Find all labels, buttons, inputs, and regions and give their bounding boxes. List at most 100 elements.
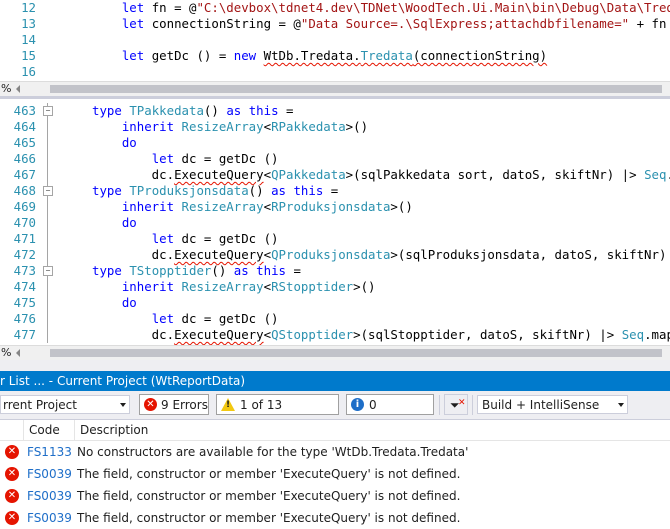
line-number: 477 [13,327,36,342]
scroll-left-icon[interactable] [16,85,20,93]
error-description: No constructors are available for the ty… [77,445,469,459]
code-line[interactable]: 14 [0,32,670,48]
code-token: QStopptider [271,327,354,342]
code-token: Seq [621,327,645,342]
error-row[interactable]: ✕ FS0039 The field, constructor or member … [0,463,670,485]
line-number: 474 [13,279,36,294]
code-token: dc. [92,327,175,342]
code-line[interactable]: 473− type TStopptider() as this = [0,263,670,279]
error-code-link[interactable]: FS0039 [27,463,72,485]
error-code-link[interactable]: FS0039 [27,485,72,507]
code-line[interactable]: 475 do [0,295,670,311]
code-token: as [271,183,286,198]
code-token: dc = getDc () [174,231,279,246]
scrollbar-thumb[interactable] [50,85,662,93]
line-number: 471 [13,231,36,246]
code-line[interactable]: 464 inherit ResizeArray<RPakkedata>() [0,119,670,135]
code-line[interactable]: 13 let connectionString = @"Data Source=… [0,16,670,32]
scrollbar-thumb[interactable] [50,349,662,357]
code-token: >() [353,279,376,294]
errors-filter-button[interactable]: ✕ 9 Errors [139,394,209,415]
code-line[interactable]: 477 dc.ExecuteQuery<QStopptider>(sqlStop… [0,327,670,343]
code-line[interactable]: 472 dc.ExecuteQuery<QProduksjonsdata>(sq… [0,247,670,263]
error-row[interactable]: ✕ FS1133 No constructors are available for… [0,441,670,463]
code-text: type TStopptider() as this = [92,263,301,279]
collapse-toggle-icon[interactable]: − [43,186,53,196]
code-editor-top[interactable]: 12 let fn = @"C:\devbox\tdnet4.dev\TDNet… [0,0,670,81]
panel-splitter[interactable] [0,360,670,371]
code-token: ResizeArray [181,279,264,294]
scope-combo[interactable]: rrent Project [0,395,130,414]
code-token: "C:\devbox\tdnet4.dev\TDNet\WoodTech.Ui.… [196,0,670,15]
code-text: inherit ResizeArray<RProduksjonsdata>() [92,199,413,215]
info-icon: i [351,398,364,411]
zoom-level[interactable]: % [1,82,11,96]
code-line[interactable]: 470 do [0,215,670,231]
scope-combo-value: rrent Project [3,398,77,412]
warnings-filter-button[interactable]: ! 1 of 13 Warnings [216,394,339,433]
error-list-header: Code Description [0,420,670,441]
code-token: inherit [121,279,175,294]
code-line[interactable]: 16 [0,64,670,80]
code-token: getDc () = [144,48,234,63]
column-header-code[interactable]: Code [23,420,76,440]
error-list-titlebar[interactable]: r List ... - Current Project (WtReportDa… [0,371,670,391]
code-editor-bottom[interactable]: 463− type TPakkedata() as this = 464 inher… [0,99,670,345]
code-token: >() [345,119,369,134]
outline-guide [47,311,48,327]
code-line[interactable]: 467 dc.ExecuteQuery<QPakkedata>(sqlPakke… [0,167,670,183]
chevron-down-icon [618,403,624,407]
error-description: The field, constructor or member 'Execut… [77,467,461,481]
code-line[interactable]: 15 let getDc () = new WtDb.Tredata.Treda… [0,48,670,64]
code-token: let [121,0,145,15]
messages-filter-button[interactable]: i 0 Messages [346,394,434,433]
collapse-toggle-icon[interactable]: − [43,106,53,116]
code-line[interactable]: 474 inherit ResizeArray<RStopptider>() [0,279,670,295]
line-number: 469 [13,199,36,214]
code-line[interactable]: 476 let dc = getDc () [0,311,670,327]
errors-filter-label: 9 Errors [161,398,208,412]
error-row[interactable]: ✕ FS0039 The field, constructor or member … [0,485,670,507]
line-number: 14 [21,32,36,47]
line-number: 467 [13,167,36,182]
code-line[interactable]: 466 let dc = getDc () [0,151,670,167]
line-number: 470 [13,215,36,230]
line-number: 472 [13,247,36,262]
line-number: 473 [13,263,36,278]
code-line[interactable]: 465 do [0,135,670,151]
code-token: + fn + @ [636,16,667,31]
code-line[interactable]: 469 inherit ResizeArray<RProduksjonsdata… [0,199,670,215]
line-number: 465 [13,135,36,150]
code-line[interactable]: 463− type TPakkedata() as this = [0,103,670,119]
collapse-toggle-icon[interactable]: − [43,266,53,276]
scroll-left-icon[interactable] [16,349,20,357]
horizontal-scrollbar-top[interactable]: % [0,81,670,96]
code-token: < [263,167,272,182]
error-row[interactable]: ✕ FS0039 The field, constructor or member … [0,507,670,529]
code-token: Tredata [360,48,413,63]
horizontal-scrollbar-bottom[interactable]: % [0,345,670,360]
zoom-level[interactable]: % [1,346,11,360]
line-number: 13 [21,16,36,31]
column-header-description[interactable]: Description [74,420,670,440]
code-token: TProduksjonsdata [129,183,249,198]
toolbar-separator [439,395,440,415]
code-line[interactable]: 12 let fn = @"C:\devbox\tdnet4.dev\TDNet… [0,0,670,16]
line-number: 463 [13,103,36,118]
error-code-link[interactable]: FS0039 [27,507,72,529]
filter-toggle-button[interactable]: ⏷ ✕ [444,394,468,415]
code-token: type [92,183,122,198]
code-line[interactable]: 468− type TProduksjonsdata() as this = [0,183,670,199]
error-code-link[interactable]: FS1133 [27,441,72,463]
code-token: as [226,103,242,118]
code-text: let fn = @"C:\devbox\tdnet4.dev\TDNet\Wo… [92,0,670,16]
code-token: TStopptider [129,263,212,278]
code-token: this [256,263,286,278]
code-token: RStopptider [271,279,354,294]
build-source-combo[interactable]: Build + IntelliSense [477,395,628,414]
code-line[interactable]: 471 let dc = getDc () [0,231,670,247]
